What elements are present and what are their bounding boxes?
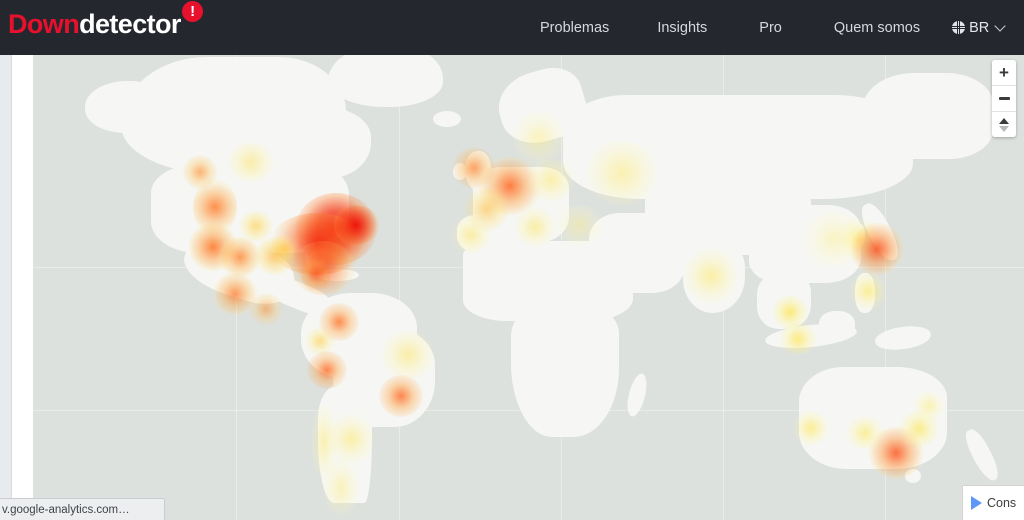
landmass-greenland — [328, 55, 443, 107]
status-bar-text: v.google-analytics.com… — [2, 503, 130, 516]
landmass-ireland — [453, 163, 467, 180]
map-canvas — [33, 55, 1024, 520]
nav-item-pro[interactable]: Pro — [759, 20, 782, 36]
minus-icon — [998, 97, 1010, 100]
landmass-borneo — [819, 311, 855, 339]
play-triangle-icon — [971, 496, 982, 510]
map-zoom-out-button[interactable] — [992, 86, 1016, 112]
landmass-siberia-east — [863, 73, 993, 159]
landmass-australia — [799, 367, 947, 469]
downdetector-page: Downdetector! Problemas Insights Pro Que… — [0, 0, 1024, 520]
nav-item-quem-somos[interactable]: Quem somos — [834, 20, 920, 36]
page-left-gutter — [0, 55, 12, 520]
world-outage-map[interactable]: + — [33, 55, 1024, 520]
alert-badge-icon: ! — [181, 1, 203, 22]
landmass-new-zealand — [960, 426, 1004, 484]
landmass-madagascar — [623, 371, 651, 419]
page-body: + Cons — [0, 55, 1024, 520]
landmass-india — [683, 243, 745, 313]
landmass-southeast-asia — [757, 273, 811, 329]
landmass-tasmania — [905, 469, 921, 483]
nav-item-insights[interactable]: Insights — [657, 20, 707, 36]
landmass-iceland — [433, 111, 461, 127]
map-zoom-in-button[interactable]: + — [992, 60, 1016, 86]
landmass-korea — [851, 223, 865, 247]
site-header: Downdetector! Problemas Insights Pro Que… — [0, 0, 1024, 55]
language-selector[interactable]: BR — [952, 19, 1006, 36]
logo-text-detector: detector — [79, 9, 181, 39]
consent-widget[interactable]: Cons — [962, 485, 1024, 520]
logo-text-down: Down — [8, 9, 80, 39]
main-navigation: Problemas Insights Pro Quem somos BR — [540, 0, 1006, 55]
chevron-down-icon — [994, 19, 1006, 32]
landmass-new-guinea — [873, 323, 933, 353]
landmass-china — [749, 205, 861, 283]
page-left-margin — [12, 55, 33, 520]
landmass-south-america-south — [318, 385, 372, 503]
compass-icon — [999, 117, 1009, 132]
globe-icon — [952, 21, 966, 34]
map-gridline — [399, 55, 400, 520]
consent-widget-label: Cons — [987, 496, 1017, 510]
map-compass-button[interactable] — [992, 112, 1016, 137]
landmass-philippines — [855, 273, 875, 313]
browser-status-bar: v.google-analytics.com… — [0, 498, 165, 520]
site-logo[interactable]: Downdetector! — [8, 1, 203, 39]
language-label: BR — [969, 19, 990, 36]
landmass-alaska — [85, 81, 163, 133]
nav-item-problemas[interactable]: Problemas — [540, 20, 609, 36]
landmass-africa-south — [511, 305, 619, 437]
landmass-caribbean — [315, 269, 359, 281]
map-zoom-controls: + — [992, 60, 1016, 137]
